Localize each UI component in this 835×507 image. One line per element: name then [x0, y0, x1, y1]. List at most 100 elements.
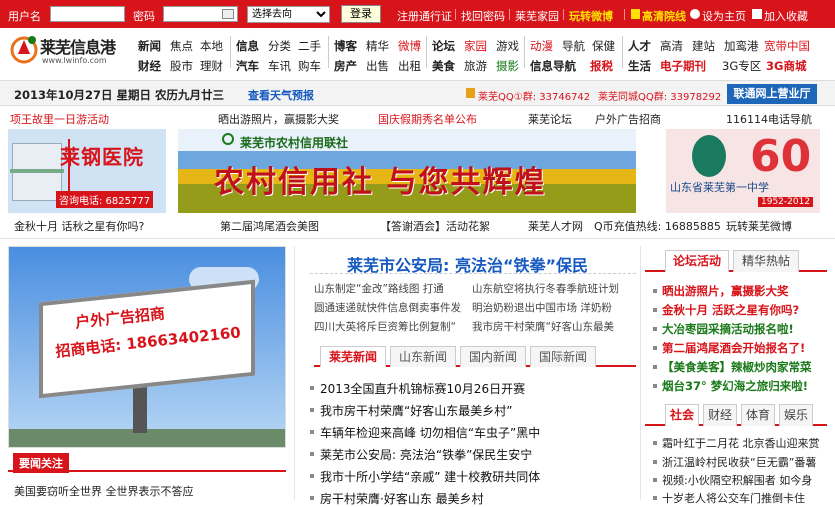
nav-link[interactable]: 信息导航 — [530, 58, 576, 74]
tab-international-news[interactable]: 国际新闻 — [530, 346, 596, 367]
tab-sports[interactable]: 体育 — [741, 404, 775, 426]
promo-link[interactable]: 116114电话导航 — [726, 111, 812, 127]
sub-news-link[interactable]: 山东航空将执行冬春季航班计划 — [472, 281, 632, 296]
sub-news-link[interactable]: 明治奶粉退出中国市场 洋奶粉 — [472, 300, 632, 315]
site-logo[interactable]: 莱芜信息港 www.lwinfo.com — [10, 32, 130, 72]
nav-link[interactable]: 焦点 — [170, 38, 193, 54]
forgot-password-link[interactable]: 找回密码 — [461, 8, 505, 24]
nav-link[interactable]: 房产 — [334, 58, 357, 74]
nav-link[interactable]: 导航 — [562, 38, 585, 54]
forum-item[interactable]: 【美食美客】辣椒炒肉家常菜 — [653, 359, 812, 375]
society-item[interactable]: 霜叶红于二月花 北京香山迎来赏 — [653, 435, 820, 451]
nav-link[interactable]: 电子期刊 — [660, 58, 706, 74]
society-item[interactable]: 视频:小伙隔空积解围者 如今身 — [652, 472, 812, 488]
nav-link[interactable]: 高清 — [660, 38, 683, 54]
nav-link[interactable]: 财经 — [138, 58, 161, 74]
nav-link[interactable]: 家园 — [464, 38, 487, 54]
nav-link[interactable]: 旅游 — [464, 58, 487, 74]
tab-hot-posts[interactable]: 精华热帖 — [733, 250, 799, 272]
news-item[interactable]: 2013全国直升机锦标赛10月26日开赛 — [309, 380, 525, 397]
news-item[interactable]: 莱芜市公安局: 亮法治“铁拳”保民生安宁 — [309, 446, 532, 463]
news-item[interactable]: 我市房干村荣膺“好客山东最美乡村” — [309, 402, 512, 419]
home-community-link[interactable]: 莱芜家园 — [515, 8, 559, 24]
forum-item[interactable]: 第二届鸿尾酒会开始报名了! — [652, 340, 805, 356]
tab-headlines[interactable]: 要闻关注 — [13, 453, 69, 473]
society-item[interactable]: 浙江温岭村民收获“巨无霸”番薯 — [652, 454, 816, 470]
caption-link[interactable]: 玩转莱芜微博 — [726, 218, 792, 234]
nav-link[interactable]: 二手 — [298, 38, 321, 54]
nav-link[interactable]: 汽车 — [236, 58, 259, 74]
tab-entertainment[interactable]: 娱乐 — [779, 404, 813, 426]
weather-link[interactable]: 查看天气预报 — [248, 87, 314, 103]
tab-domestic-news[interactable]: 国内新闻 — [460, 346, 526, 367]
caption-link[interactable]: 第二届鸿尾酒会美图 — [220, 218, 319, 234]
promo-link[interactable]: 莱芜论坛 — [528, 111, 572, 127]
tab-laiwu-news[interactable]: 莱芜新闻 — [320, 346, 386, 367]
nav-link[interactable]: 本地 — [200, 38, 223, 54]
nav-link[interactable]: 博客 — [334, 38, 357, 54]
nav-link[interactable]: 车讯 — [268, 58, 291, 74]
sub-news-link[interactable]: 圆通速递就快件信息倒卖事件发 — [314, 300, 464, 315]
nav-link[interactable]: 股市 — [170, 58, 193, 74]
hd-cinema-link[interactable]: 高清院线 — [642, 8, 686, 24]
login-button[interactable]: 登录 — [341, 5, 381, 23]
nav-link[interactable]: 购车 — [298, 58, 321, 74]
promo-link[interactable]: 国庆假期秀名单公布 — [378, 111, 477, 127]
qq-group-2[interactable]: 莱芜同城QQ群: 33978292 — [598, 88, 721, 103]
nav-link[interactable]: 生活 — [628, 58, 651, 74]
sub-news-link[interactable]: 四川大英将斥巨资筹比例复制“ — [314, 319, 464, 334]
nav-link[interactable]: 报税 — [590, 58, 613, 74]
forum-item[interactable]: 晒出游照片，赢摄影大奖 — [653, 283, 789, 299]
news-item[interactable]: 房干村荣膺·好客山东 最美乡村 — [310, 490, 484, 507]
nav-link[interactable]: 出租 — [398, 58, 421, 74]
billboard-image[interactable]: 户外广告招商 招商电话: 18663402160 — [8, 246, 286, 448]
tab-finance[interactable]: 财经 — [703, 404, 737, 426]
register-link[interactable]: 注册通行证 — [397, 8, 452, 24]
set-homepage-link[interactable]: 设为主页 — [702, 8, 746, 24]
promo-link[interactable]: 户外广告招商 — [595, 111, 661, 127]
tab-shandong-news[interactable]: 山东新闻 — [390, 346, 456, 367]
nav-link[interactable]: 微博 — [398, 38, 421, 54]
tab-society[interactable]: 社会 — [665, 404, 699, 426]
nav-link[interactable]: 游戏 — [496, 38, 519, 54]
weibo-link[interactable]: 玩转微博 — [569, 8, 613, 24]
news-item[interactable]: 车辆年检迎来高峰 切勿相信“车虫子”黑中 — [309, 424, 540, 441]
sub-news-link[interactable]: 我市房干村荣膺“好客山东最美 — [472, 319, 632, 334]
keyboard-icon[interactable] — [222, 9, 234, 19]
promo-link[interactable]: 项王故里一日游活动 — [10, 111, 109, 127]
caption-link[interactable]: 金秋十月 话秋之星有你吗? — [14, 218, 144, 234]
caption-link[interactable]: 【答谢酒会】活动花絮 — [380, 218, 490, 234]
nav-link[interactable]: 精华 — [366, 38, 389, 54]
tab-forum-activities[interactable]: 论坛活动 — [665, 250, 729, 272]
nav-link[interactable]: 信息 — [236, 38, 259, 54]
nav-link[interactable]: 保健 — [592, 38, 615, 54]
username-input[interactable] — [50, 6, 125, 22]
nav-link[interactable]: 宽带中国 — [764, 38, 810, 54]
forum-item[interactable]: 烟台37° 梦幻海之旅归来啦! — [652, 378, 808, 394]
nav-link[interactable]: 新闻 — [138, 38, 161, 54]
left-news-item[interactable]: 美国要窃听全世界 全世界表示不答应 — [14, 483, 194, 499]
nav-link[interactable]: 理财 — [200, 58, 223, 74]
nav-link[interactable]: 3G专区 — [722, 58, 761, 74]
nav-link[interactable]: 建站 — [692, 38, 715, 54]
nav-link[interactable]: 3G商城 — [766, 58, 806, 74]
nav-link[interactable]: 分类 — [268, 38, 291, 54]
add-favorite-link[interactable]: 加入收藏 — [764, 8, 808, 24]
goto-select[interactable]: 选择去向 — [247, 6, 330, 23]
promo-link[interactable]: 晒出游照片，赢摄影大奖 — [218, 111, 339, 127]
nav-link[interactable]: 人才 — [628, 38, 651, 54]
nav-link[interactable]: 论坛 — [432, 38, 455, 54]
forum-item[interactable]: 大冶枣园采摘活动报名啦! — [653, 321, 794, 337]
forum-item[interactable]: 金秋十月 活跃之星有你吗? — [652, 302, 799, 318]
caption-link[interactable]: Q币充值热线: 16885885 — [594, 218, 721, 234]
bank-ad[interactable]: 莱芜市农村信用联社 农村信用社 与您共辉煌 — [178, 129, 636, 213]
hospital-ad[interactable]: 莱钢医院 咨询电话: 6825777 — [8, 129, 166, 213]
nav-link[interactable]: 出售 — [366, 58, 389, 74]
caption-link[interactable]: 莱芜人才网 — [528, 218, 583, 234]
nav-link[interactable]: 加鸾港 — [724, 38, 759, 54]
qq-group-1[interactable]: 莱芜QQ①群: 33746742 — [478, 88, 590, 103]
society-item[interactable]: 十岁老人将公交车门推倒卡住 — [653, 490, 805, 506]
nav-link[interactable]: 摄影 — [496, 58, 519, 74]
nav-link[interactable]: 动漫 — [530, 38, 553, 54]
school-ad[interactable]: 60 山东省莱芜第一中学 1952-2012 — [666, 129, 820, 213]
